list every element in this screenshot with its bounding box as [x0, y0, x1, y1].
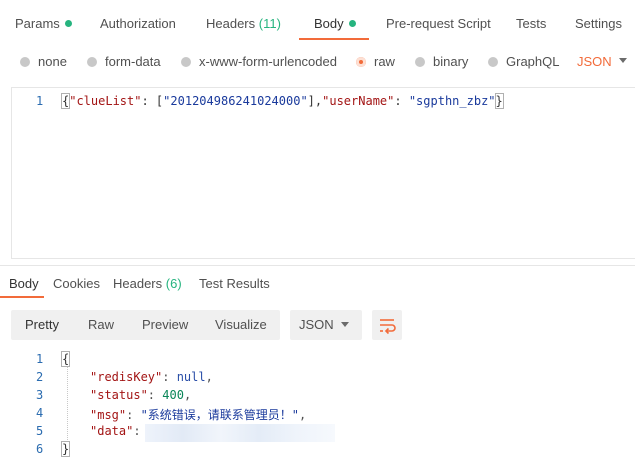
radio-binary[interactable]: binary — [415, 54, 468, 69]
tab-headers-count: (11) — [258, 16, 281, 31]
response-line-number: 2 — [36, 370, 44, 384]
code-sep-3: : — [394, 94, 409, 108]
response-key-msg: "msg" — [90, 408, 127, 422]
response-line-data: "data": — [90, 424, 141, 438]
response-tab-test-results[interactable]: Test Results — [199, 276, 270, 291]
view-visualize-button[interactable]: Visualize — [215, 317, 267, 332]
panel-divider — [0, 265, 635, 266]
tab-authorization[interactable]: Authorization — [100, 16, 176, 31]
radio-graphql-label: GraphQL — [506, 54, 560, 69]
response-close-brace-text: } — [60, 441, 71, 457]
redacted-data-value — [145, 424, 335, 442]
tab-pre-request-label: Pre-request Script — [386, 16, 491, 31]
view-visualize-label: Visualize — [215, 317, 267, 332]
tab-body-underline — [299, 38, 369, 40]
response-line-status: "status": 400, — [90, 388, 192, 402]
code-sep-1: : [ — [141, 94, 164, 108]
response-line-number: 1 — [36, 352, 44, 366]
view-raw-label: Raw — [88, 317, 115, 332]
request-body-editor[interactable] — [11, 87, 635, 259]
code-key-cluelist: "clueList" — [69, 94, 142, 108]
radio-raw-label: raw — [374, 54, 395, 69]
response-tab-cookies[interactable]: Cookies — [53, 276, 100, 291]
tab-pre-request-script[interactable]: Pre-request Script — [386, 16, 491, 31]
radio-urlencoded-circle — [181, 57, 191, 67]
response-key-data: "data" — [90, 424, 134, 438]
wrap-lines-icon — [380, 319, 396, 335]
chevron-down-icon[interactable] — [619, 58, 627, 63]
format-dropdown[interactable]: JSON — [577, 54, 612, 69]
body-active-dot — [348, 20, 356, 27]
response-key-status: "status" — [90, 388, 148, 402]
radio-none[interactable]: none — [20, 54, 67, 69]
radio-graphql-circle — [488, 57, 498, 67]
code-sep-2: ], — [307, 94, 323, 108]
response-close-brace: } — [60, 441, 71, 457]
response-tab-body[interactable]: Body — [9, 276, 39, 291]
response-tab-test-results-label: Test Results — [199, 276, 270, 291]
radio-none-label: none — [38, 54, 67, 69]
radio-raw[interactable]: raw — [356, 54, 395, 69]
params-active-dot — [64, 20, 72, 27]
response-tab-headers-count: (6) — [165, 276, 182, 291]
tab-tests[interactable]: Tests — [516, 16, 546, 31]
response-line-number: 6 — [36, 442, 44, 456]
view-pretty-button[interactable]: Pretty — [25, 317, 59, 332]
tab-body-label: Body — [314, 16, 344, 31]
radio-urlencoded-label: x-www-form-urlencoded — [199, 54, 337, 69]
code-value-username: "sgpthn_zbz" — [408, 94, 496, 108]
response-key-rediskey: "redisKey" — [90, 370, 163, 384]
radio-graphql[interactable]: GraphQL — [488, 54, 559, 69]
response-value-rediskey: null — [176, 370, 206, 384]
view-preview-label: Preview — [142, 317, 189, 332]
editor-line-number: 1 — [36, 94, 44, 108]
response-line-rediskey: "redisKey": null, — [90, 370, 213, 384]
response-tab-headers[interactable]: Headers (6) — [113, 276, 182, 291]
response-line-number: 3 — [36, 388, 44, 402]
response-format-label: JSON — [299, 317, 334, 332]
radio-form-data-label: form-data — [105, 54, 161, 69]
response-value-msg: "系统错误，请联系管理员！" — [140, 408, 300, 422]
response-open-brace-text: { — [60, 351, 71, 367]
response-line-number: 4 — [36, 406, 44, 420]
format-dropdown-label: JSON — [577, 54, 612, 69]
radio-raw-circle — [356, 57, 366, 67]
radio-binary-circle — [415, 57, 425, 67]
tab-headers[interactable]: Headers (11) — [206, 16, 281, 31]
tab-body[interactable]: Body — [314, 16, 356, 31]
radio-form-data-circle — [87, 57, 97, 67]
radio-none-circle — [20, 57, 30, 67]
view-pretty-label: Pretty — [25, 317, 59, 332]
view-raw-button[interactable]: Raw — [88, 317, 114, 332]
response-tab-body-label: Body — [9, 276, 39, 291]
tab-params-label: Params — [15, 16, 60, 31]
tab-headers-label: Headers — [206, 16, 256, 31]
indent-guide — [67, 366, 69, 442]
response-line-msg: "msg": "系统错误，请联系管理员！", — [90, 408, 307, 422]
response-value-status: 400 — [162, 388, 184, 402]
response-tab-cookies-label: Cookies — [53, 276, 100, 291]
response-open-brace: { — [60, 351, 71, 367]
code-close-brace: } — [494, 93, 504, 109]
wrap-lines-button[interactable] — [372, 310, 402, 340]
tab-authorization-label: Authorization — [100, 16, 176, 31]
radio-x-www-form-urlencoded[interactable]: x-www-form-urlencoded — [181, 54, 337, 69]
code-key-username: "userName" — [322, 94, 395, 108]
response-tab-headers-label: Headers — [113, 276, 163, 291]
radio-form-data[interactable]: form-data — [87, 54, 161, 69]
response-tab-body-underline — [0, 296, 44, 298]
radio-binary-label: binary — [433, 54, 469, 69]
response-line-number: 5 — [36, 424, 44, 438]
tab-settings[interactable]: Settings — [575, 16, 622, 31]
tab-settings-label: Settings — [575, 16, 622, 31]
code-value-cluelist: "201204986241024000" — [163, 94, 308, 108]
tab-tests-label: Tests — [516, 16, 547, 31]
response-format-chevron-icon[interactable] — [341, 322, 349, 327]
view-preview-button[interactable]: Preview — [142, 317, 188, 332]
tab-params[interactable]: Params — [15, 16, 72, 31]
request-body-code[interactable]: {"clueList": ["201204986241024000"],"use… — [60, 93, 504, 109]
